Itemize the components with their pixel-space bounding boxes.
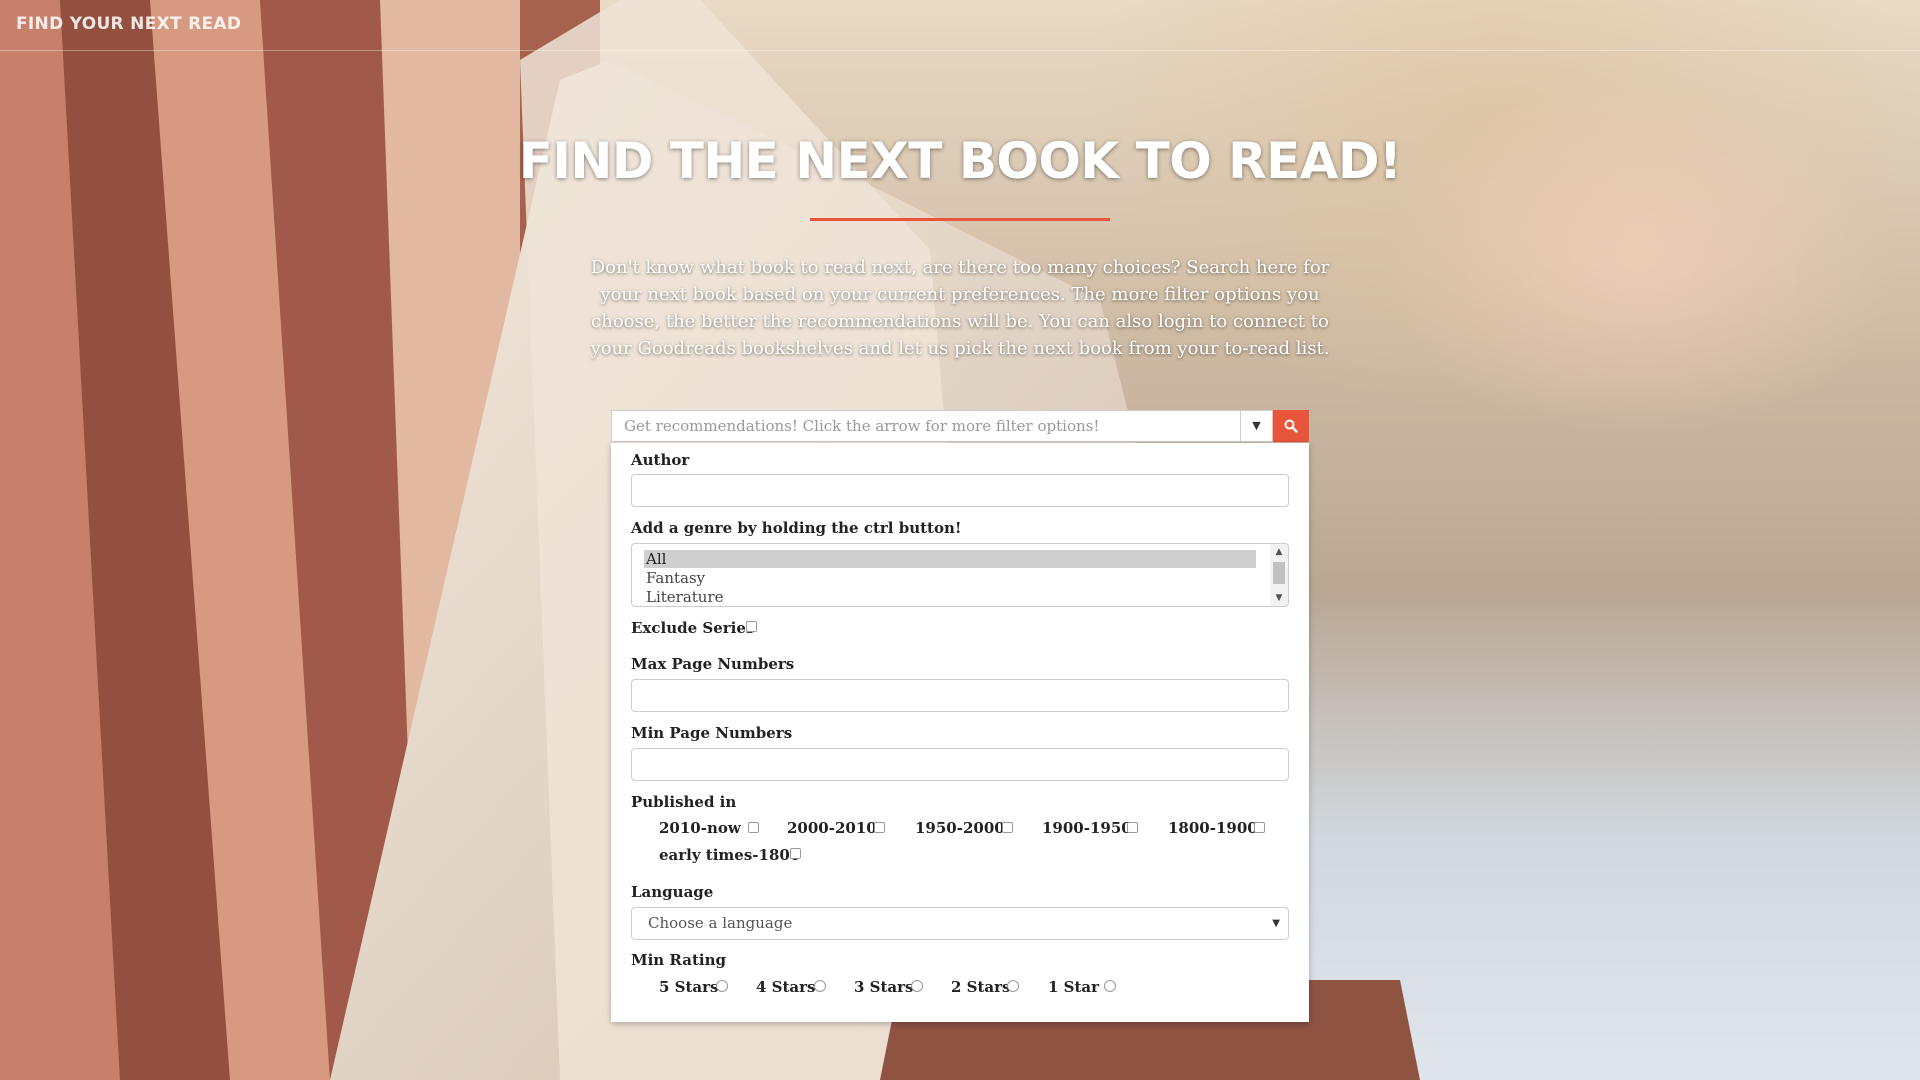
language-select-value: Choose a language <box>648 914 793 932</box>
rating-option-label: 5 Stars <box>659 978 719 996</box>
rating-radio[interactable] <box>814 980 826 992</box>
language-label: Language <box>631 883 714 901</box>
rating-radio[interactable] <box>1007 980 1019 992</box>
title-divider <box>810 218 1110 221</box>
rating-option-label: 1 Star <box>1048 978 1100 996</box>
rating-radio[interactable] <box>1104 980 1116 992</box>
published-checkbox[interactable] <box>874 822 885 833</box>
language-select[interactable]: Choose a language ▼ <box>631 907 1289 940</box>
published-option-label: 2010-now <box>659 819 741 837</box>
genre-option[interactable]: Literature <box>644 588 1256 606</box>
search-bar: Get recommendations! Click the arrow for… <box>611 410 1309 442</box>
min-pages-input[interactable] <box>631 748 1289 781</box>
author-label: Author <box>631 451 690 469</box>
max-pages-label: Max Page Numbers <box>631 655 795 673</box>
published-checkbox[interactable] <box>748 822 759 833</box>
filter-toggle-button[interactable]: ▼ <box>1241 410 1273 442</box>
genre-scrollbar[interactable]: ▲ ▼ <box>1270 544 1288 606</box>
genre-option[interactable]: All <box>644 550 1256 568</box>
rating-option-label: 3 Stars <box>854 978 914 996</box>
rating-radio[interactable] <box>716 980 728 992</box>
rating-option-label: 2 Stars <box>951 978 1011 996</box>
rating-radio[interactable] <box>911 980 923 992</box>
published-option-label: 1950-2000 <box>915 819 1005 837</box>
brand-link[interactable]: FIND YOUR NEXT READ <box>16 14 241 34</box>
exclude-series-label: Exclude Series <box>631 619 755 637</box>
published-checkbox[interactable] <box>1002 822 1013 833</box>
max-pages-input[interactable] <box>631 679 1289 712</box>
rating-label: Min Rating <box>631 951 726 969</box>
scroll-down-icon[interactable]: ▼ <box>1270 590 1288 606</box>
navbar: FIND YOUR NEXT READ <box>0 0 1920 51</box>
min-pages-label: Min Page Numbers <box>631 724 793 742</box>
published-checkbox[interactable] <box>1254 822 1265 833</box>
published-option-label: 1900-1950 <box>1042 819 1132 837</box>
rating-option-label: 4 Stars <box>756 978 816 996</box>
page-title: FIND THE NEXT BOOK TO READ! <box>518 132 1402 190</box>
genre-listbox[interactable]: All Fantasy Literature ▲ ▼ <box>631 543 1289 607</box>
published-checkbox[interactable] <box>1127 822 1138 833</box>
genre-label: Add a genre by holding the ctrl button! <box>631 519 962 537</box>
published-option-label: 2000-2010 <box>787 819 877 837</box>
filter-panel: Author Add a genre by holding the ctrl b… <box>611 443 1309 1022</box>
scroll-thumb[interactable] <box>1273 562 1285 584</box>
search-input[interactable]: Get recommendations! Click the arrow for… <box>611 410 1241 442</box>
search-button[interactable] <box>1273 410 1309 442</box>
search-icon <box>1284 419 1298 433</box>
dropdown-arrow-icon: ▼ <box>1272 918 1280 929</box>
published-checkbox[interactable] <box>790 848 801 859</box>
caret-down-icon: ▼ <box>1252 419 1261 432</box>
author-input[interactable] <box>631 474 1289 507</box>
hero-description: Don't know what book to read next, are t… <box>590 257 1330 359</box>
genre-option[interactable]: Fantasy <box>644 569 1256 587</box>
exclude-series-checkbox[interactable] <box>746 621 757 632</box>
scroll-up-icon[interactable]: ▲ <box>1270 544 1288 560</box>
published-option-label: early times-1800 <box>659 846 801 864</box>
published-label: Published in <box>631 793 737 811</box>
published-option-label: 1800-1900 <box>1168 819 1258 837</box>
